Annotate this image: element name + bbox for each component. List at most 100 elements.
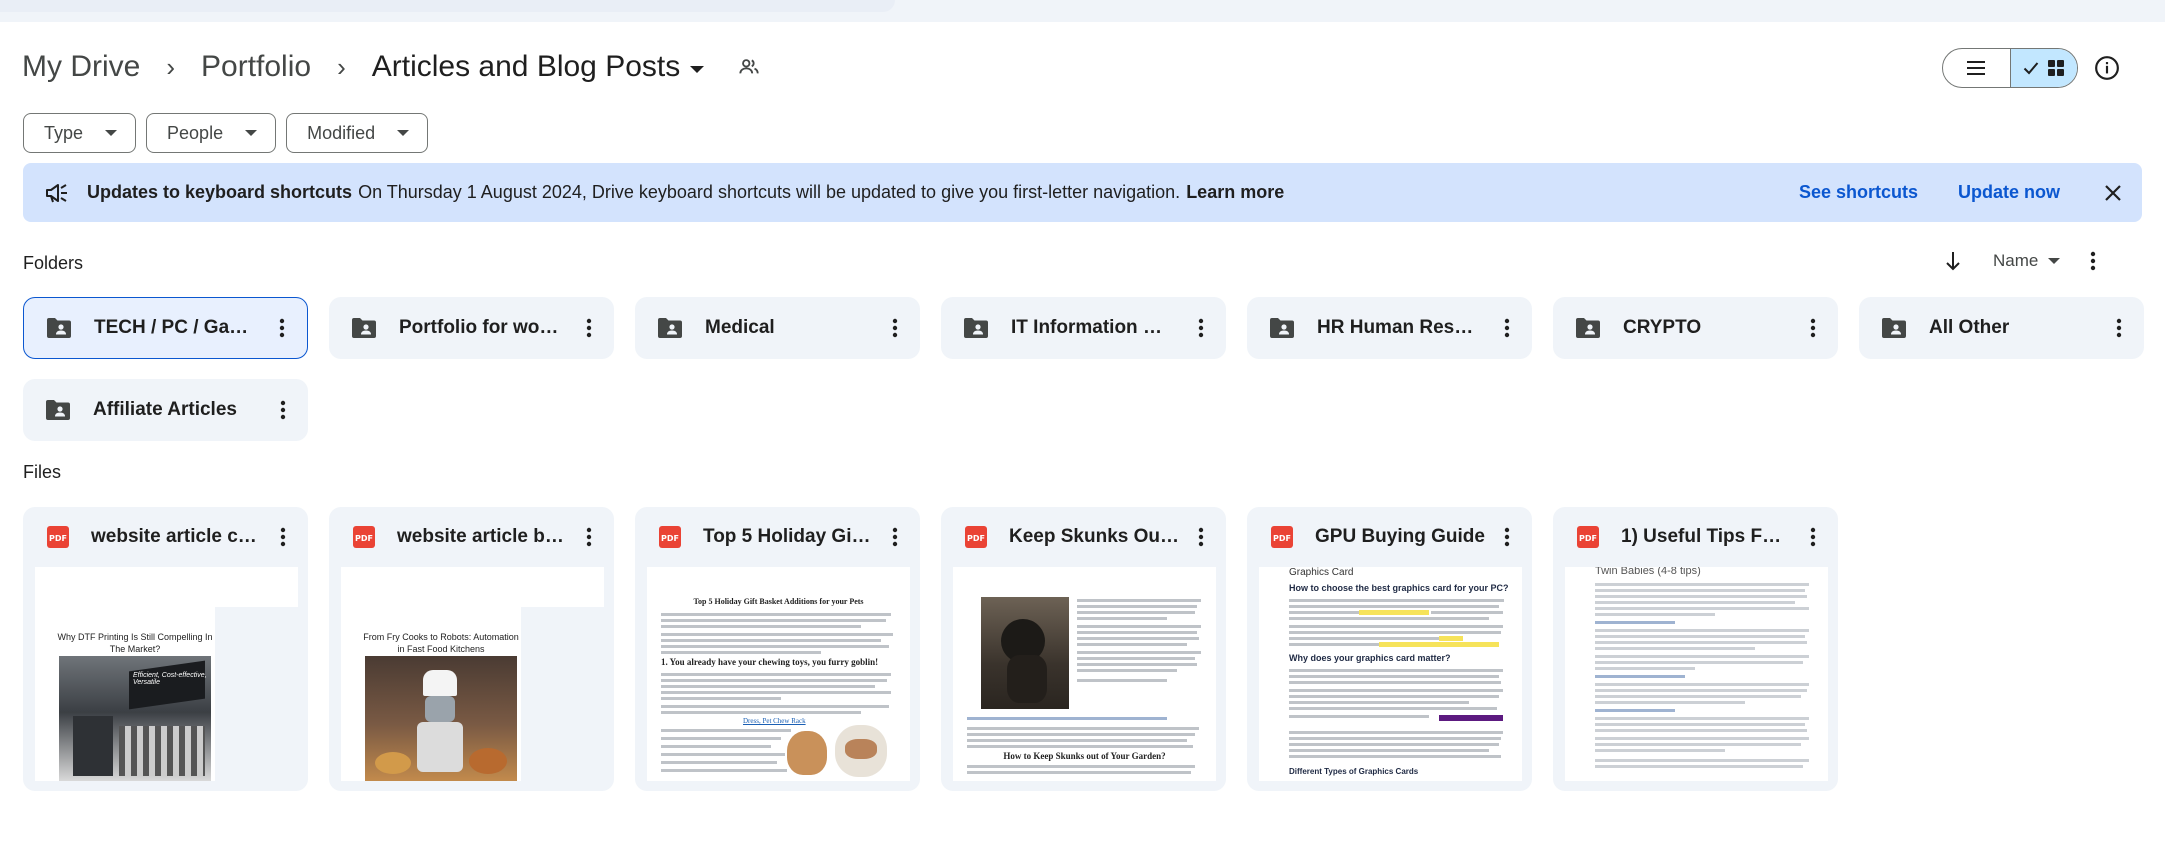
shared-folder-icon — [1575, 317, 1601, 339]
folder-name: All Other — [1929, 317, 2010, 338]
folder-name: TECH / PC / Gaming — [94, 317, 254, 338]
file-card[interactable]: PDF Top 5 Holiday Gift Basket Additions … — [635, 507, 920, 791]
caret-down-icon — [2048, 258, 2061, 264]
thumbnail-heading: How to choose the best graphics card for… — [1289, 583, 1509, 593]
list-view-button[interactable] — [1943, 49, 2010, 87]
dog-photo — [787, 731, 827, 775]
breadcrumb-my-drive[interactable]: My Drive — [22, 50, 140, 84]
more-vert-icon[interactable] — [1198, 318, 1204, 338]
shared-folder-icon — [963, 317, 989, 339]
chevron-right-icon: › — [166, 51, 176, 82]
more-vert-icon[interactable] — [1198, 527, 1204, 547]
sort-controls: Name — [1945, 246, 2096, 276]
more-vert-icon[interactable] — [1810, 527, 1816, 547]
view-toggle — [1942, 48, 2078, 88]
sort-field-label: Name — [1993, 251, 2039, 270]
thumbnail-title: Why DTF Printing Is Still Compelling In … — [57, 632, 213, 654]
file-name: website article blog — [397, 526, 567, 547]
shared-folder-icon — [45, 399, 71, 421]
update-now-button[interactable]: Update now — [1958, 182, 2060, 203]
list-icon — [1967, 61, 1986, 75]
more-vert-icon[interactable] — [279, 318, 285, 338]
more-vert-icon[interactable] — [2090, 251, 2096, 271]
more-vert-icon[interactable] — [280, 527, 286, 547]
skunk-dog-photo — [981, 597, 1069, 709]
folder-card[interactable]: IT Information Technology — [941, 297, 1226, 359]
filter-modified-label: Modified — [307, 122, 376, 143]
pdf-icon: PDF — [353, 526, 375, 548]
thumbnail-heading-top: Twin Babies (4-8 tips) — [1595, 567, 1701, 577]
filter-type-label: Type — [44, 122, 84, 143]
grid-view-button[interactable] — [2009, 49, 2077, 87]
more-vert-icon[interactable] — [1504, 527, 1510, 547]
top-strip — [0, 0, 2165, 22]
thumbnail-title: Top 5 Holiday Gift Basket Additions for … — [693, 597, 864, 606]
thumbnail-heading-top: Graphics Card — [1289, 567, 1354, 578]
chevron-right-icon: › — [337, 51, 346, 82]
folder-name: Portfolio for women — [399, 317, 559, 338]
search-bar-edge[interactable] — [0, 0, 895, 12]
thumbnail-title: From Fry Cooks to Robots: Automation in … — [363, 632, 519, 654]
shortcuts-banner: Updates to keyboard shortcuts On Thursda… — [23, 163, 2142, 222]
breadcrumb-portfolio[interactable]: Portfolio — [201, 50, 311, 84]
folder-name: Affiliate Articles — [93, 399, 237, 420]
folder-card[interactable]: Portfolio for women — [329, 297, 614, 359]
thumbnail-heading: 1. You already have your chewing toys, y… — [661, 657, 879, 667]
breadcrumb-current-folder[interactable]: Articles and Blog Posts — [372, 50, 680, 84]
shared-folder-icon — [1269, 317, 1295, 339]
megaphone-icon — [45, 182, 69, 204]
close-icon[interactable] — [2104, 184, 2122, 202]
bulldog-photo — [835, 725, 887, 777]
info-icon[interactable] — [2094, 55, 2120, 86]
more-vert-icon[interactable] — [586, 527, 592, 547]
folder-name: IT Information Technology — [1011, 317, 1171, 338]
folder-card[interactable]: Medical — [635, 297, 920, 359]
file-card[interactable]: PDF website article blog From Fry Cooks … — [329, 507, 614, 791]
shared-folder-icon — [46, 317, 72, 339]
folder-card[interactable]: TECH / PC / Gaming — [23, 297, 308, 359]
more-vert-icon[interactable] — [1504, 318, 1510, 338]
arrow-down-icon[interactable] — [1945, 251, 1961, 271]
filter-type[interactable]: Type — [23, 113, 137, 153]
svg-text:PDF: PDF — [661, 534, 679, 543]
file-thumbnail: Top 5 Holiday Gift Basket Additions for … — [647, 567, 910, 781]
svg-text:PDF: PDF — [967, 534, 985, 543]
file-name: website article content — [91, 526, 261, 547]
more-vert-icon[interactable] — [280, 400, 286, 420]
check-icon — [2023, 62, 2039, 75]
file-card[interactable]: PDF website article content Why DTF Prin… — [23, 507, 308, 791]
file-thumbnail: Why DTF Printing Is Still Compelling In … — [35, 567, 298, 781]
see-shortcuts-button[interactable]: See shortcuts — [1799, 182, 1918, 203]
folder-card[interactable]: Affiliate Articles — [23, 379, 308, 441]
file-thumbnail: How to Keep Skunks out of Your Garden? — [953, 567, 1216, 781]
file-card[interactable]: PDF GPU Buying Guide Graphics Card How t… — [1247, 507, 1532, 791]
pdf-icon: PDF — [47, 526, 69, 548]
more-vert-icon[interactable] — [892, 527, 898, 547]
sort-by-name-button[interactable]: Name — [1993, 251, 2061, 271]
folder-card[interactable]: HR Human Resources — [1247, 297, 1532, 359]
svg-text:PDF: PDF — [355, 534, 373, 543]
pdf-icon: PDF — [659, 526, 681, 548]
folder-card[interactable]: CRYPTO — [1553, 297, 1838, 359]
filter-modified[interactable]: Modified — [286, 113, 429, 153]
more-vert-icon[interactable] — [2116, 318, 2122, 338]
more-vert-icon[interactable] — [1810, 318, 1816, 338]
file-card[interactable]: PDF Keep Skunks Out of Your Garden How t… — [941, 507, 1226, 791]
file-thumbnail: Graphics Card How to choose the best gra… — [1259, 567, 1522, 781]
folder-name: CRYPTO — [1623, 317, 1702, 338]
folders-heading: Folders — [23, 253, 84, 273]
folder-card[interactable]: All Other — [1859, 297, 2144, 359]
banner-learn-more-link[interactable]: Learn more — [1186, 182, 1284, 203]
more-vert-icon[interactable] — [892, 318, 898, 338]
file-card[interactable]: PDF 1) Useful Tips For... Twin Babies (4… — [1553, 507, 1838, 791]
caret-down-icon[interactable] — [690, 65, 705, 73]
shared-people-icon[interactable] — [738, 56, 760, 78]
breadcrumb: My Drive › Portfolio › Articles and Blog… — [22, 46, 760, 88]
file-thumbnail: From Fry Cooks to Robots: Automation in … — [341, 567, 604, 781]
filter-people[interactable]: People — [146, 113, 277, 153]
file-name: Keep Skunks Out of Your Garden — [1009, 526, 1179, 547]
grid-icon — [2047, 60, 2064, 76]
shared-folder-icon — [1881, 317, 1907, 339]
file-name: Top 5 Holiday Gift Basket Additions for … — [703, 526, 873, 547]
more-vert-icon[interactable] — [586, 318, 592, 338]
